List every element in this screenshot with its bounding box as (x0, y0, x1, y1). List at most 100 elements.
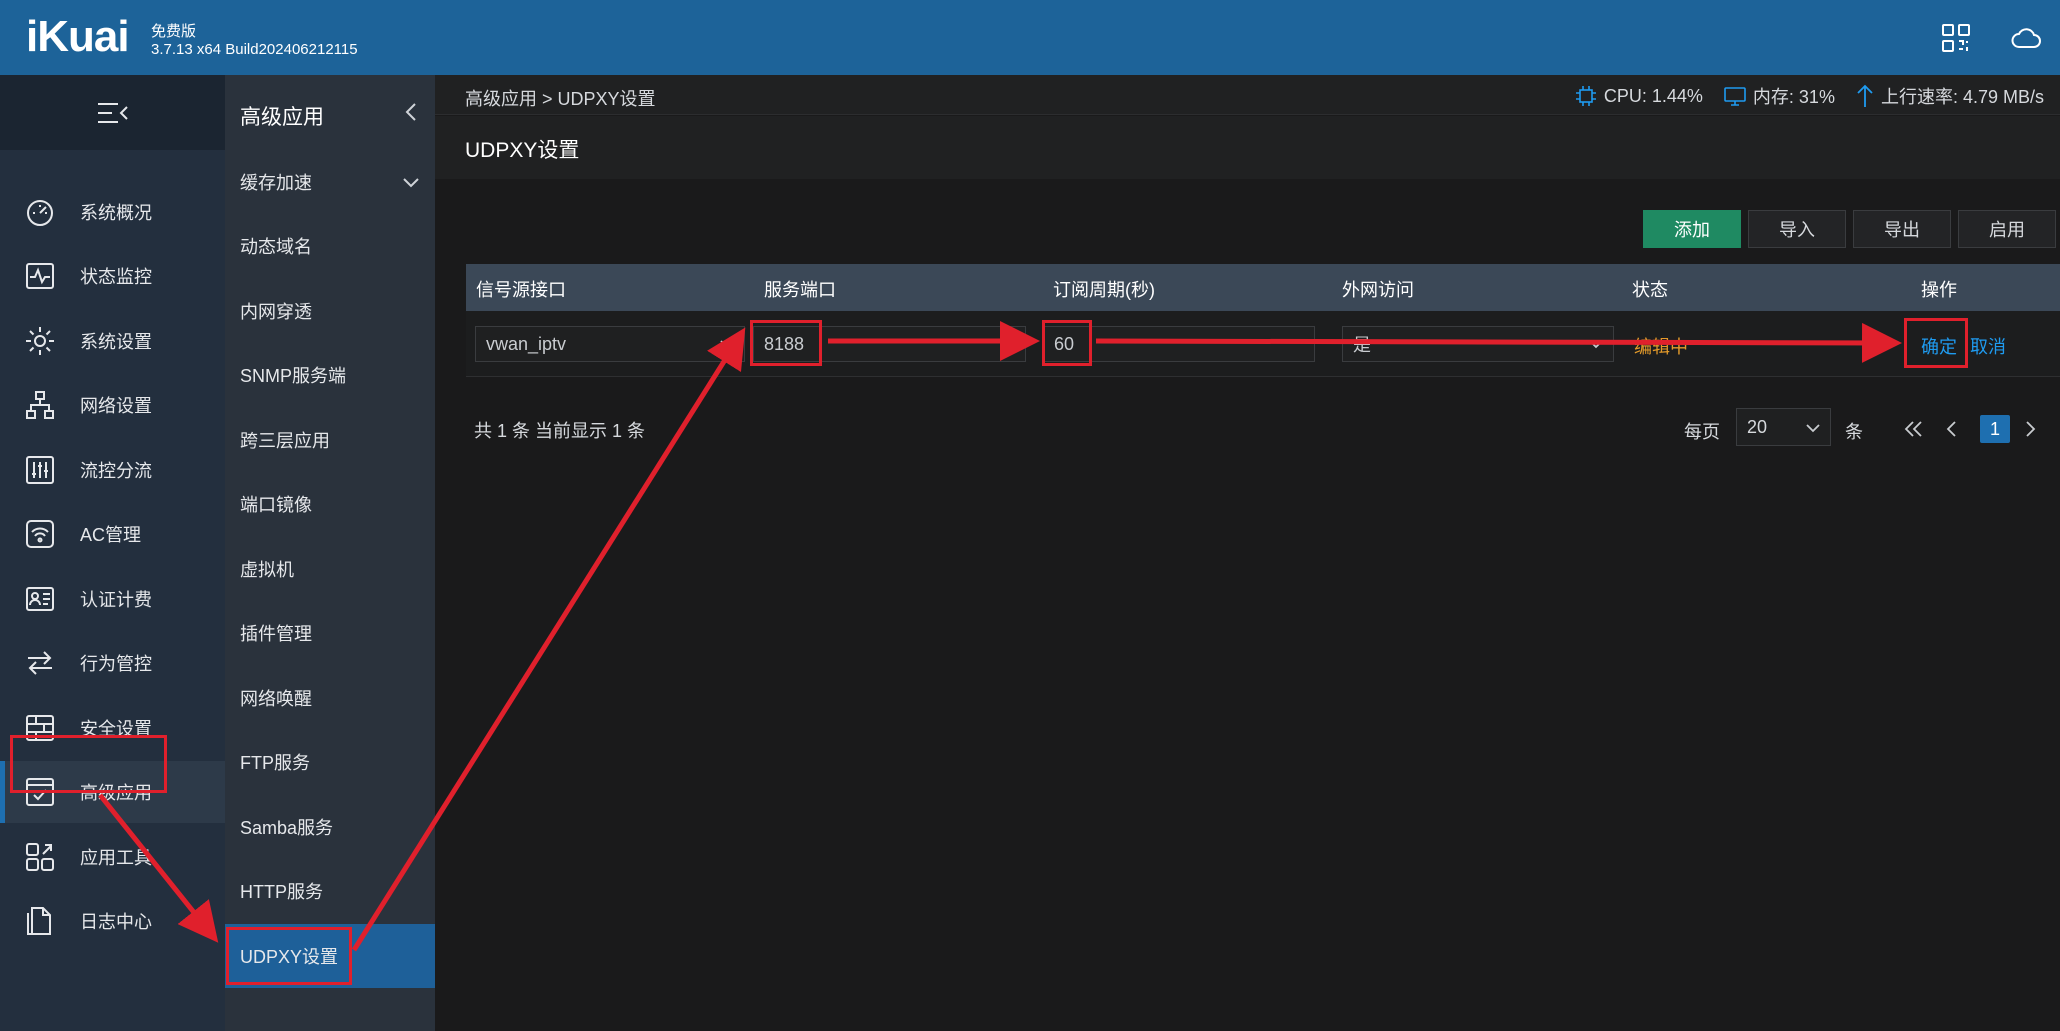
upload-rate: 上行速率: 4.79 MB/s (1880, 87, 2044, 107)
subnav-item-label: 插件管理 (240, 624, 312, 644)
subnav-item-ddns[interactable]: 动态域名 (225, 214, 435, 278)
sidebar-item-label: 行为管控 (80, 654, 152, 674)
import-button[interactable]: 导入 (1748, 210, 1846, 248)
sidebar-item-network[interactable]: 网络设置 (0, 374, 225, 436)
external-access-value: 是 (1353, 335, 1371, 355)
main-sidebar: 系统概况 状态监控 系统设置 网络设置 流控分流 AC管理 认证计费 行为管控 … (0, 75, 225, 1031)
per-page-select[interactable]: 20 (1736, 408, 1831, 446)
annotation-box-udpxy (226, 927, 352, 985)
sidebar-collapse-toggle[interactable] (0, 75, 225, 150)
memory-stat: 内存: 31% (1723, 83, 1835, 109)
subnav-item-label: SNMP服务端 (240, 366, 347, 386)
chevron-left-icon[interactable] (401, 99, 421, 125)
status-bar: 高级应用 > UDPXY设置 CPU: 1.44% 内存: 31% 上行速率: … (435, 75, 2060, 115)
interface-select[interactable]: vwan_iptv (475, 326, 745, 362)
sidebar-item-logs[interactable]: 日志中心 (0, 890, 225, 952)
first-page-icon[interactable] (1902, 418, 1924, 440)
subnav-item-plugins[interactable]: 插件管理 (225, 601, 435, 665)
subnav-item-vm[interactable]: 虚拟机 (225, 537, 435, 601)
enable-button[interactable]: 启用 (1958, 210, 2056, 248)
top-header: iKuai 免费版 3.7.13 x64 Build202406212115 (0, 0, 2060, 75)
system-stats: CPU: 1.44% 内存: 31% 上行速率: 4.79 MB/s (1574, 83, 2044, 109)
subnav-item-label: 内网穿透 (240, 302, 312, 322)
sidebar-item-label: 流控分流 (80, 461, 152, 481)
chevron-down-icon (720, 340, 734, 349)
subnav-item-label: 缓存加速 (240, 173, 312, 193)
subnav-item-nat-traversal[interactable]: 内网穿透 (225, 279, 435, 343)
column-header: 服务端口 (764, 280, 836, 300)
status-badge: 编辑中 (1634, 337, 1688, 357)
upload-stat: 上行速率: 4.79 MB/s (1855, 83, 2044, 109)
memory-usage: 内存: 31% (1752, 87, 1835, 107)
sidebar-item-label: 认证计费 (80, 590, 152, 610)
id-card-icon (26, 587, 54, 611)
wifi-icon (26, 520, 54, 548)
sub-sidebar: 高级应用 缓存加速 动态域名 内网穿透 SNMP服务端 跨三层应用 端口镜像 虚… (225, 75, 435, 1031)
monitor-icon (1724, 87, 1746, 106)
sidebar-item-system-settings[interactable]: 系统设置 (0, 310, 225, 372)
subnav-item-snmp[interactable]: SNMP服务端 (225, 343, 435, 407)
next-page-icon[interactable] (2022, 418, 2040, 440)
subnav-item-label: 网络唤醒 (240, 689, 312, 709)
swap-arrows-icon (28, 651, 52, 675)
prev-page-icon[interactable] (1942, 418, 1960, 440)
sidebar-item-app-tools[interactable]: 应用工具 (0, 826, 225, 888)
arrow-up-icon (1857, 84, 1873, 107)
export-button[interactable]: 导出 (1853, 210, 1951, 248)
subnav-item-http[interactable]: HTTP服务 (225, 859, 435, 923)
sidebar-item-label: 日志中心 (80, 912, 152, 932)
tools-grid-icon (26, 843, 54, 871)
column-header: 信号源接口 (476, 280, 566, 300)
column-header: 外网访问 (1342, 280, 1414, 300)
edition-label: 免费版 (151, 23, 197, 40)
sidebar-item-auth-billing[interactable]: 认证计费 (0, 568, 225, 630)
subnav-item-label: 跨三层应用 (240, 431, 330, 451)
subnav-item-label: 端口镜像 (240, 495, 312, 515)
page-number-current[interactable]: 1 (1980, 415, 2010, 443)
cpu-usage: CPU: 1.44% (1603, 85, 1703, 106)
subnav-item-label: 虚拟机 (240, 560, 294, 580)
annotation-box-advanced-apps (10, 735, 167, 793)
menu-collapse-icon (98, 103, 128, 123)
per-page-value: 20 (1747, 416, 1768, 437)
subnav-item-layer3[interactable]: 跨三层应用 (225, 408, 435, 472)
sidebar-item-overview[interactable]: 系统概况 (0, 181, 225, 243)
subnav-item-label: Samba服务 (240, 818, 334, 838)
interface-value: vwan_iptv (486, 333, 567, 354)
subnav-item-cache-accel[interactable]: 缓存加速 (225, 150, 435, 214)
sliders-icon (26, 456, 54, 484)
chevron-down-icon (1806, 424, 1820, 433)
ikuai-logo: iKuai (26, 12, 130, 61)
page-title: UDPXY设置 (465, 139, 580, 162)
sidebar-item-label: 系统概况 (80, 203, 152, 223)
document-icon (27, 907, 51, 935)
subnav-item-wol[interactable]: 网络唤醒 (225, 666, 435, 730)
sidebar-item-label: 应用工具 (80, 848, 152, 868)
sidebar-item-label: 状态监控 (80, 267, 152, 287)
sidebar-item-flow-control[interactable]: 流控分流 (0, 439, 225, 501)
qr-grid-icon[interactable] (1940, 22, 1972, 54)
dashboard-gauge-icon (27, 200, 53, 226)
sidebar-item-ac[interactable]: AC管理 (0, 503, 225, 565)
sidebar-item-monitor[interactable]: 状态监控 (0, 245, 225, 307)
per-page-label: 每页 (1684, 422, 1720, 442)
cancel-button[interactable]: 取消 (1970, 333, 2006, 359)
page-title-bar: UDPXY设置 (435, 116, 2060, 179)
column-header: 订阅周期(秒) (1053, 280, 1155, 300)
total-count: 共 1 条 当前显示 1 条 (474, 421, 646, 441)
subnav-item-port-mirror[interactable]: 端口镜像 (225, 472, 435, 536)
sidebar-item-behavior-control[interactable]: 行为管控 (0, 632, 225, 694)
gear-icon (26, 327, 54, 355)
annotation-box-confirm (1904, 318, 1968, 368)
chevron-down-icon (403, 178, 419, 188)
add-button[interactable]: 添加 (1643, 210, 1741, 248)
column-header: 状态 (1632, 280, 1668, 300)
subnav-item-samba[interactable]: Samba服务 (225, 795, 435, 859)
annotation-box-period (1042, 320, 1092, 366)
external-access-select[interactable]: 是 (1342, 326, 1614, 362)
cpu-chip-icon (1575, 86, 1596, 106)
pulse-monitor-icon (26, 263, 54, 289)
subnav-item-ftp[interactable]: FTP服务 (225, 730, 435, 794)
cloud-icon[interactable] (2010, 22, 2042, 54)
annotation-box-port (750, 320, 822, 366)
